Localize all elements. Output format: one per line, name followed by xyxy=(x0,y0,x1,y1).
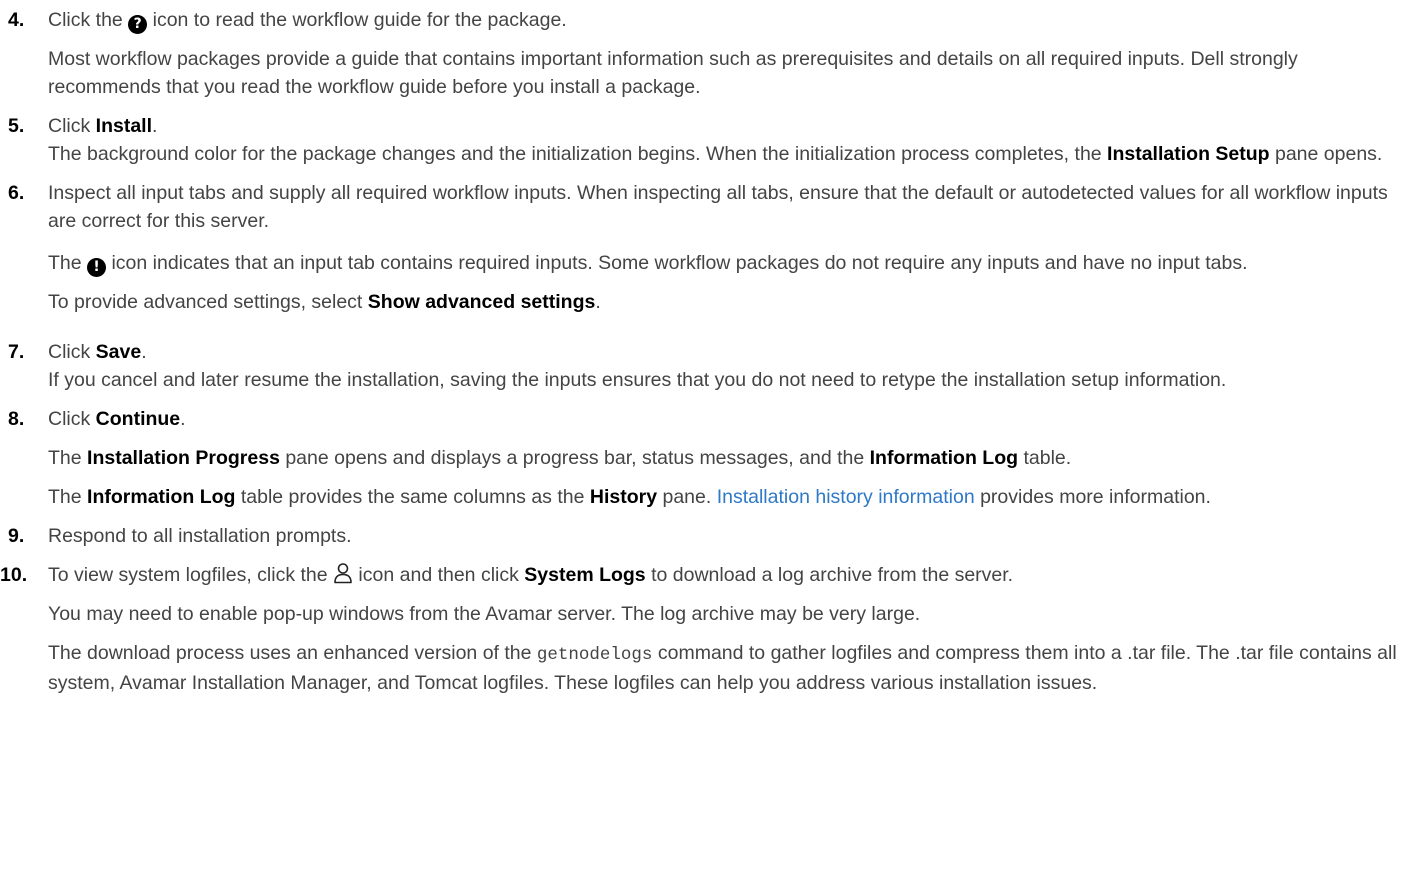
step-8: 8. Click Continue. The Installation Prog… xyxy=(0,405,1413,511)
step-instruction: Click Save. xyxy=(48,341,147,363)
step-number: 4. xyxy=(8,9,25,31)
step-5: 5. Click Install. The background color f… xyxy=(0,112,1413,168)
step-note: The download process uses an enhanced ve… xyxy=(48,642,1397,694)
step-instruction: Inspect all input tabs and supply all re… xyxy=(48,182,1388,232)
system-logs-label: System Logs xyxy=(524,564,646,586)
getnodelogs-command: getnodelogs xyxy=(536,645,653,665)
step-number: 7. xyxy=(8,341,25,363)
installation-history-link[interactable]: Installation history information xyxy=(717,486,975,508)
step-number: 6. xyxy=(8,182,25,204)
procedure-steps: 4. Click the ? icon to read the workflow… xyxy=(0,0,1413,697)
exclamation-icon: ! xyxy=(87,258,107,277)
step-number: 5. xyxy=(8,115,25,137)
step-note: Most workflow packages provide a guide t… xyxy=(48,48,1298,98)
step-note: If you cancel and later resume the insta… xyxy=(48,369,1227,391)
step-note: The background color for the package cha… xyxy=(48,143,1383,165)
user-icon xyxy=(334,563,352,584)
step-6: 6. Inspect all input tabs and supply all… xyxy=(0,179,1413,316)
step-instruction: Click Install. xyxy=(48,115,158,137)
step-4: 4. Click the ? icon to read the workflow… xyxy=(0,6,1413,101)
show-advanced-settings-label: Show advanced settings xyxy=(367,291,596,313)
step-instruction: To view system logfiles, click the icon … xyxy=(48,563,1014,586)
step-number: 8. xyxy=(8,408,25,430)
question-icon: ? xyxy=(128,15,148,34)
step-note: The Installation Progress pane opens and… xyxy=(48,447,1072,469)
installation-setup-label: Installation Setup xyxy=(1107,143,1270,165)
step-9: 9. Respond to all installation prompts. xyxy=(0,522,1413,550)
step-number: 9. xyxy=(8,525,25,547)
install-label: Install xyxy=(95,115,153,137)
step-instruction: Click Continue. xyxy=(48,408,186,430)
information-log-label: Information Log xyxy=(869,447,1019,469)
step-number: 10. xyxy=(0,564,28,586)
step-10: 10. To view system logfiles, click the i… xyxy=(0,561,1413,697)
continue-label: Continue xyxy=(95,408,181,430)
step-instruction: Respond to all installation prompts. xyxy=(48,525,352,547)
installation-progress-label: Installation Progress xyxy=(87,447,280,469)
step-7: 7. Click Save. If you cancel and later r… xyxy=(0,338,1413,394)
step-instruction: Click the ? icon to read the workflow gu… xyxy=(48,9,567,34)
step-note: You may need to enable pop-up windows fr… xyxy=(48,603,921,625)
save-label: Save xyxy=(95,341,142,363)
step-note: The ! icon indicates that an input tab c… xyxy=(48,252,1248,277)
step-note: To provide advanced settings, select Sho… xyxy=(48,291,601,313)
information-log-label: Information Log xyxy=(87,486,236,508)
history-label: History xyxy=(589,486,658,508)
step-note: The Information Log table provides the s… xyxy=(48,486,1211,508)
